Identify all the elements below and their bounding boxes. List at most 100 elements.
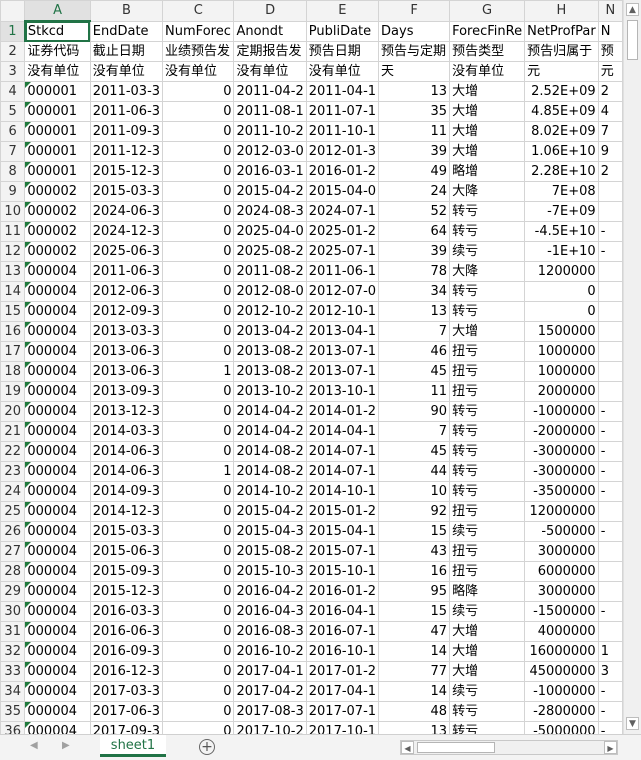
row-header[interactable]: 16 <box>0 321 26 342</box>
cell[interactable]: 0 <box>162 301 235 322</box>
cell[interactable]: 52 <box>378 201 451 222</box>
cell[interactable]: 2016-09-3 <box>89 641 164 662</box>
cell[interactable] <box>597 281 623 302</box>
cell[interactable]: 95 <box>378 581 451 602</box>
row-header[interactable]: 36 <box>0 721 26 734</box>
cell[interactable]: 000004 <box>24 441 91 462</box>
cell[interactable]: 2016-04-2 <box>233 581 307 602</box>
cell[interactable]: 2014-07-1 <box>305 461 380 482</box>
cell[interactable]: 扭亏 <box>449 381 526 402</box>
cell[interactable]: - <box>597 701 623 722</box>
cell[interactable]: 2015-04-1 <box>305 521 380 542</box>
cell[interactable]: 2016-10-2 <box>233 641 307 662</box>
cell[interactable]: Anondt <box>233 20 307 42</box>
cell[interactable]: 2016-01-2 <box>305 161 380 182</box>
row-header[interactable]: 21 <box>0 421 26 442</box>
cell[interactable]: 2016-10-1 <box>305 641 380 662</box>
cell[interactable]: 000004 <box>24 421 91 442</box>
cell[interactable]: 1 <box>162 361 235 382</box>
cell[interactable]: 大增 <box>449 321 526 342</box>
cell[interactable]: 2012-03-0 <box>233 141 307 162</box>
cell[interactable]: 14 <box>378 681 451 702</box>
cell[interactable]: - <box>597 721 623 734</box>
cell[interactable]: 0 <box>162 181 235 202</box>
column-header-c[interactable]: C <box>162 0 235 22</box>
cell[interactable]: 预告归属于 <box>524 41 599 62</box>
cell[interactable]: 2 <box>597 81 623 102</box>
cell[interactable]: 78 <box>378 261 451 282</box>
cell[interactable]: - <box>597 601 623 622</box>
sheet-tab[interactable]: sheet1 <box>100 735 166 757</box>
cell[interactable]: 12000000 <box>524 501 599 522</box>
cell[interactable]: 000004 <box>24 461 91 482</box>
cell[interactable] <box>597 561 623 582</box>
cell[interactable]: 元 <box>597 61 623 82</box>
row-header[interactable]: 8 <box>0 161 26 182</box>
row-header[interactable]: 10 <box>0 201 26 222</box>
cell[interactable]: 3000000 <box>524 581 599 602</box>
cell[interactable]: 转亏 <box>449 301 526 322</box>
cell[interactable]: 47 <box>378 621 451 642</box>
cell[interactable]: 4.85E+09 <box>524 101 599 122</box>
cell[interactable]: 0 <box>162 581 235 602</box>
cell[interactable]: 2017-01-2 <box>305 661 380 682</box>
cell[interactable]: 000004 <box>24 361 91 382</box>
cell[interactable]: 2016-07-1 <box>305 621 380 642</box>
cell[interactable]: 1000000 <box>524 361 599 382</box>
cell[interactable]: 续亏 <box>449 681 526 702</box>
cell[interactable]: NumForec <box>162 20 235 42</box>
cell[interactable]: 2013-03-3 <box>89 321 164 342</box>
row-header[interactable]: 26 <box>0 521 26 542</box>
cell[interactable]: 45 <box>378 441 451 462</box>
cell[interactable]: 000004 <box>24 381 91 402</box>
cell[interactable]: 000004 <box>24 721 91 734</box>
cell[interactable] <box>597 541 623 562</box>
cell[interactable]: 3000000 <box>524 541 599 562</box>
cell[interactable]: 大增 <box>449 121 526 142</box>
cell[interactable]: 2017-04-2 <box>233 681 307 702</box>
column-header-n[interactable]: N <box>597 0 623 22</box>
cell[interactable]: 2025-06-3 <box>89 241 164 262</box>
cell[interactable]: 2013-06-3 <box>89 361 164 382</box>
cell[interactable]: 续亏 <box>449 241 526 262</box>
cell[interactable]: 2017-09-3 <box>89 721 164 734</box>
cell[interactable]: - <box>597 521 623 542</box>
row-header[interactable]: 33 <box>0 661 26 682</box>
cell[interactable]: 13 <box>378 81 451 102</box>
row-header[interactable]: 31 <box>0 621 26 642</box>
cell[interactable]: 2011-03-3 <box>89 81 164 102</box>
cell[interactable]: 2013-07-1 <box>305 341 380 362</box>
cell[interactable] <box>597 381 623 402</box>
row-header[interactable]: 35 <box>0 701 26 722</box>
cell[interactable]: - <box>597 241 623 262</box>
scroll-left-icon[interactable]: ◀ <box>401 741 414 754</box>
vertical-scroll-thumb[interactable] <box>627 20 638 60</box>
cell[interactable]: 2017-04-1 <box>305 681 380 702</box>
cell[interactable]: 2012-10-2 <box>233 301 307 322</box>
cell[interactable]: 0 <box>162 161 235 182</box>
cell[interactable]: 000004 <box>24 481 91 502</box>
cell[interactable]: 0 <box>162 321 235 342</box>
cell[interactable]: 2016-04-1 <box>305 601 380 622</box>
column-header-a[interactable]: A <box>24 0 91 22</box>
cell[interactable]: 0 <box>162 401 235 422</box>
cell[interactable]: 64 <box>378 221 451 242</box>
cell[interactable]: EndDate <box>89 20 164 42</box>
cell[interactable]: 2015-03-3 <box>89 521 164 542</box>
cell[interactable]: 000004 <box>24 601 91 622</box>
row-header[interactable]: 29 <box>0 581 26 602</box>
column-header-b[interactable]: B <box>89 0 164 22</box>
cell[interactable]: 6000000 <box>524 561 599 582</box>
cell[interactable]: 2000000 <box>524 381 599 402</box>
cell[interactable]: 2011-12-3 <box>89 141 164 162</box>
cell[interactable]: 48 <box>378 701 451 722</box>
cell[interactable]: 2015-04-3 <box>233 521 307 542</box>
horizontal-scroll-thumb[interactable] <box>417 742 495 753</box>
cell[interactable]: 2011-09-3 <box>89 121 164 142</box>
cell[interactable]: 2012-10-1 <box>305 301 380 322</box>
cell[interactable]: 39 <box>378 141 451 162</box>
cell[interactable]: 2014-04-1 <box>305 421 380 442</box>
cell[interactable]: 2014-06-3 <box>89 441 164 462</box>
cell[interactable]: 16 <box>378 561 451 582</box>
cell[interactable]: 扭亏 <box>449 361 526 382</box>
